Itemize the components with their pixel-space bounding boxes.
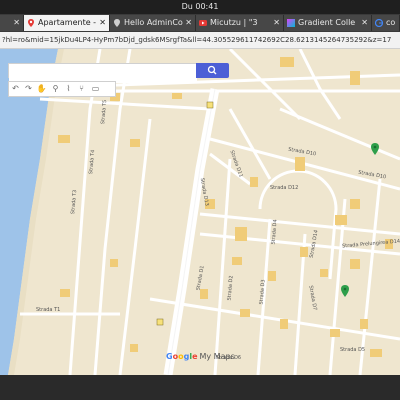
tab-1-label: Apartamente -: [38, 18, 97, 27]
hand-pan-icon[interactable]: ✋: [35, 82, 48, 96]
tab-4[interactable]: Gradient Colle ✕: [284, 15, 372, 31]
screen-bottom: [0, 375, 400, 400]
google-icon: [375, 19, 383, 27]
map-pin-icon: [114, 19, 120, 27]
tab-close-icon[interactable]: ✕: [361, 15, 368, 31]
map-pin-icon: [28, 19, 34, 27]
draw-line-icon[interactable]: ⌇: [62, 82, 75, 96]
street-label: Strada D12: [270, 185, 299, 191]
street-label: Strada D5: [340, 347, 366, 353]
map-marker-icon[interactable]: [371, 143, 379, 155]
map-marker-icon[interactable]: [341, 285, 349, 297]
map-canvas[interactable]: Strada D10 Strada D10 Strada D11 Strada …: [0, 49, 400, 375]
tab-0[interactable]: ✕: [0, 15, 24, 31]
url-input[interactable]: [0, 33, 400, 46]
redo-icon[interactable]: ↷: [22, 82, 35, 96]
youtube-icon: [199, 20, 207, 26]
search-icon: [207, 65, 217, 75]
tab-close-icon[interactable]: ✕: [99, 15, 106, 31]
undo-icon[interactable]: ↶: [9, 82, 22, 96]
ruler-icon[interactable]: ▭: [89, 82, 102, 96]
tab-2[interactable]: Hello AdminCo ✕: [110, 15, 196, 31]
tab-5-label: co: [386, 18, 396, 27]
gradient-icon: [287, 19, 295, 27]
tab-icon: [3, 19, 11, 27]
map-toolbar: ↶ ↷ ✋ ⚲ ⌇ ⑂ ▭: [8, 81, 116, 97]
map-search-box[interactable]: [8, 63, 197, 83]
tab-3-label: Micutzu | "3: [210, 18, 258, 27]
add-marker-icon[interactable]: ⚲: [49, 82, 62, 96]
tab-4-label: Gradient Colle: [298, 18, 356, 27]
tab-5[interactable]: co: [372, 15, 400, 31]
tab-2-label: Hello AdminCo: [124, 18, 183, 27]
map-search-button[interactable]: [196, 63, 229, 78]
address-bar[interactable]: [0, 32, 400, 49]
system-clock: Du 00:41: [181, 2, 219, 11]
browser-tab-strip: ✕ Apartamente - ✕ Hello AdminCo ✕ Micutz…: [0, 14, 400, 32]
tab-close-icon[interactable]: ✕: [13, 15, 20, 31]
tab-close-icon[interactable]: ✕: [185, 15, 192, 31]
tab-1[interactable]: Apartamente - ✕: [24, 15, 110, 31]
tab-3[interactable]: Micutzu | "3 ✕: [196, 15, 284, 31]
google-my-maps-logo: Google My Maps: [166, 352, 235, 361]
system-top-bar: Du 00:41: [0, 0, 400, 14]
map-graphic[interactable]: [0, 49, 400, 375]
tab-close-icon[interactable]: ✕: [273, 15, 280, 31]
street-label: Strada T1: [36, 307, 61, 313]
directions-icon[interactable]: ⑂: [75, 82, 88, 96]
